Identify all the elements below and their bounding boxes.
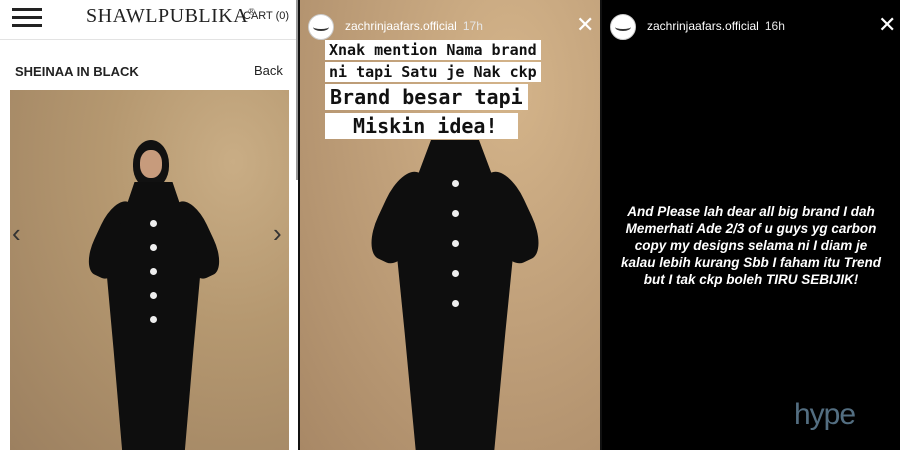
next-image-arrow[interactable]: › <box>273 218 282 249</box>
story-username[interactable]: zachrinjaafars.official 17h <box>345 19 483 33</box>
product-title: SHEINAA IN BLACK <box>15 64 139 79</box>
close-icon[interactable]: ✕ <box>576 14 594 36</box>
brand-name: SHAWLPUBLIKA <box>86 5 249 27</box>
username-text: zachrinjaafars.official <box>647 19 759 33</box>
menu-icon[interactable] <box>12 6 42 30</box>
brand-logo[interactable]: SHAWLPUBLIKA® <box>86 5 256 28</box>
logo-icon <box>313 23 329 31</box>
model-figure <box>78 140 228 450</box>
story-caption-line: ni tapi Satu je Nak ckp <box>325 62 541 82</box>
scrollbar[interactable] <box>296 0 298 180</box>
prev-image-arrow[interactable]: ‹ <box>12 218 21 249</box>
story-header: zachrinjaafars.official 16h ✕ <box>602 0 900 48</box>
story-username[interactable]: zachrinjaafars.official 16h <box>647 19 785 33</box>
hype-watermark: hype <box>794 398 856 431</box>
cart-link[interactable]: CART (0) <box>243 10 289 22</box>
close-icon[interactable]: ✕ <box>878 14 896 36</box>
product-bar: SHEINAA IN BLACK Back <box>0 46 298 86</box>
story-message: And Please lah dear all big brand I dah … <box>620 204 882 287</box>
story-caption-line: Brand besar tapi <box>325 84 528 110</box>
avatar[interactable] <box>308 14 334 40</box>
story-caption-line: Miskin idea! <box>325 113 518 139</box>
logo-icon <box>615 23 631 31</box>
model-figure <box>362 130 548 450</box>
back-link[interactable]: Back <box>254 63 283 78</box>
story-panel-1: zachrinjaafars.official 17h ✕ Xnak mentio… <box>300 0 600 450</box>
story-time: 17h <box>462 19 483 33</box>
story-caption-line: Xnak mention Nama brand <box>325 40 541 60</box>
shop-product-panel: SHAWLPUBLIKA® CART (0) SHEINAA IN BLACK … <box>0 0 298 450</box>
username-text: zachrinjaafars.official <box>345 19 457 33</box>
shop-header: SHAWLPUBLIKA® CART (0) <box>0 0 298 40</box>
product-image: ‹ › <box>10 90 289 450</box>
story-panel-2: zachrinjaafars.official 16h ✕ And Please … <box>602 0 900 450</box>
avatar[interactable] <box>610 14 636 40</box>
story-time: 16h <box>764 19 785 33</box>
